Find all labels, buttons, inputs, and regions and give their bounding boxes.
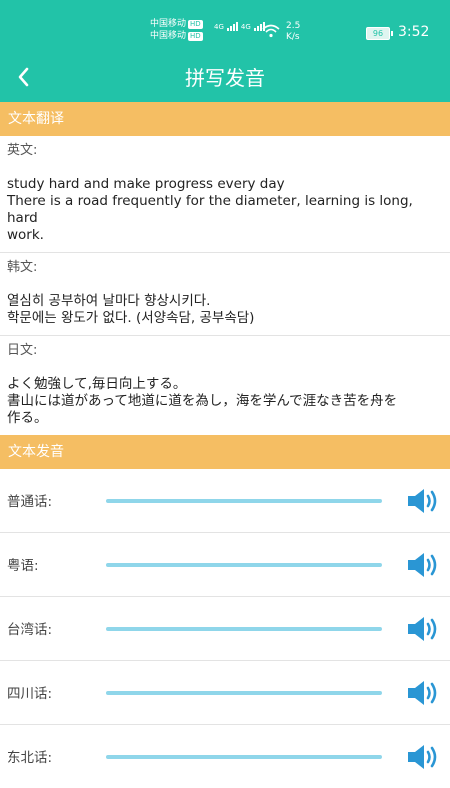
progress-track[interactable] (106, 755, 382, 759)
page-title: 拼写发音 (185, 66, 265, 90)
back-chevron-icon[interactable] (16, 66, 36, 92)
net-type: 4G (214, 23, 224, 31)
korean-label: 韩文: (7, 260, 38, 275)
voice-row-cantonese: 粤语: (0, 533, 450, 597)
japanese-line: よく勉強して,毎日向上する。 (7, 376, 187, 392)
voice-row-taiwanese: 台湾话: (0, 597, 450, 661)
wifi-icon (262, 24, 280, 38)
english-line: work. (7, 227, 44, 243)
battery-icon: 96 (366, 27, 393, 40)
speed-value: 2.5 (286, 21, 301, 31)
japanese-block: 日文: よく勉強して,毎日向上する。 書山には道があって地道に道を為し，海を学ん… (0, 336, 450, 435)
progress-track[interactable] (106, 499, 382, 503)
network-speed: 2.5 K/s (286, 21, 300, 43)
japanese-line: 書山には道があって地道に道を為し，海を学んで涯なき苦を舟を (7, 393, 398, 409)
progress-track[interactable] (106, 627, 382, 631)
speaker-icon[interactable] (406, 614, 442, 644)
progress-track[interactable] (106, 563, 382, 567)
voice-row-sichuanese: 四川话: (0, 661, 450, 725)
battery-level: 96 (372, 29, 384, 38)
english-line: There is a road frequently for the diame… (7, 193, 413, 226)
pronunciation-section-header: 文本发音 (0, 435, 450, 469)
japanese-line: 作る。 (7, 410, 48, 426)
korean-block: 韩文: 열심히 공부하여 날마다 향상시키다. 학문에는 왕도가 없다. (서양… (0, 253, 450, 336)
speed-unit: K/s (286, 32, 300, 42)
signal-icon: 4G 4G (214, 22, 265, 31)
english-block: 英文: study hard and make progress every d… (0, 136, 450, 253)
speaker-icon[interactable] (406, 486, 442, 516)
voice-row-northeastern: 东北话: (0, 725, 450, 788)
voice-label: 普通话: (7, 494, 53, 510)
voice-label: 四川话: (7, 686, 53, 702)
voice-label: 东北话: (7, 750, 53, 766)
english-line: study hard and make progress every day (7, 176, 285, 192)
voice-label: 粤语: (7, 558, 39, 574)
net-type-2: 4G (240, 23, 251, 31)
title-bar: 拼写发音 (0, 58, 450, 102)
voice-label: 台湾话: (7, 622, 53, 638)
carrier-info: 中国移动 HD 中国移动 HD (150, 18, 203, 42)
speaker-icon[interactable] (406, 678, 442, 708)
clock: 3:52 (398, 24, 430, 40)
hd-badge-2: HD (188, 32, 203, 41)
korean-line: 열심히 공부하여 날마다 향상시키다. (7, 293, 211, 309)
speaker-icon[interactable] (406, 550, 442, 580)
carrier-2: 中国移动 (150, 31, 187, 41)
hd-badge: HD (188, 20, 203, 29)
translation-section-header: 文本翻译 (0, 102, 450, 136)
progress-track[interactable] (106, 691, 382, 695)
voice-row-mandarin: 普通话: (0, 469, 450, 533)
status-bar: 中国移动 HD 中国移动 HD 4G 4G 2.5 K/s 96 3:52 (0, 0, 450, 58)
korean-line: 학문에는 왕도가 없다. (서양속담, 공부속담) (7, 310, 255, 326)
english-label: 英文: (7, 143, 38, 158)
carrier-1: 中国移动 (150, 19, 187, 29)
japanese-label: 日文: (7, 343, 38, 358)
speaker-icon[interactable] (406, 742, 442, 772)
